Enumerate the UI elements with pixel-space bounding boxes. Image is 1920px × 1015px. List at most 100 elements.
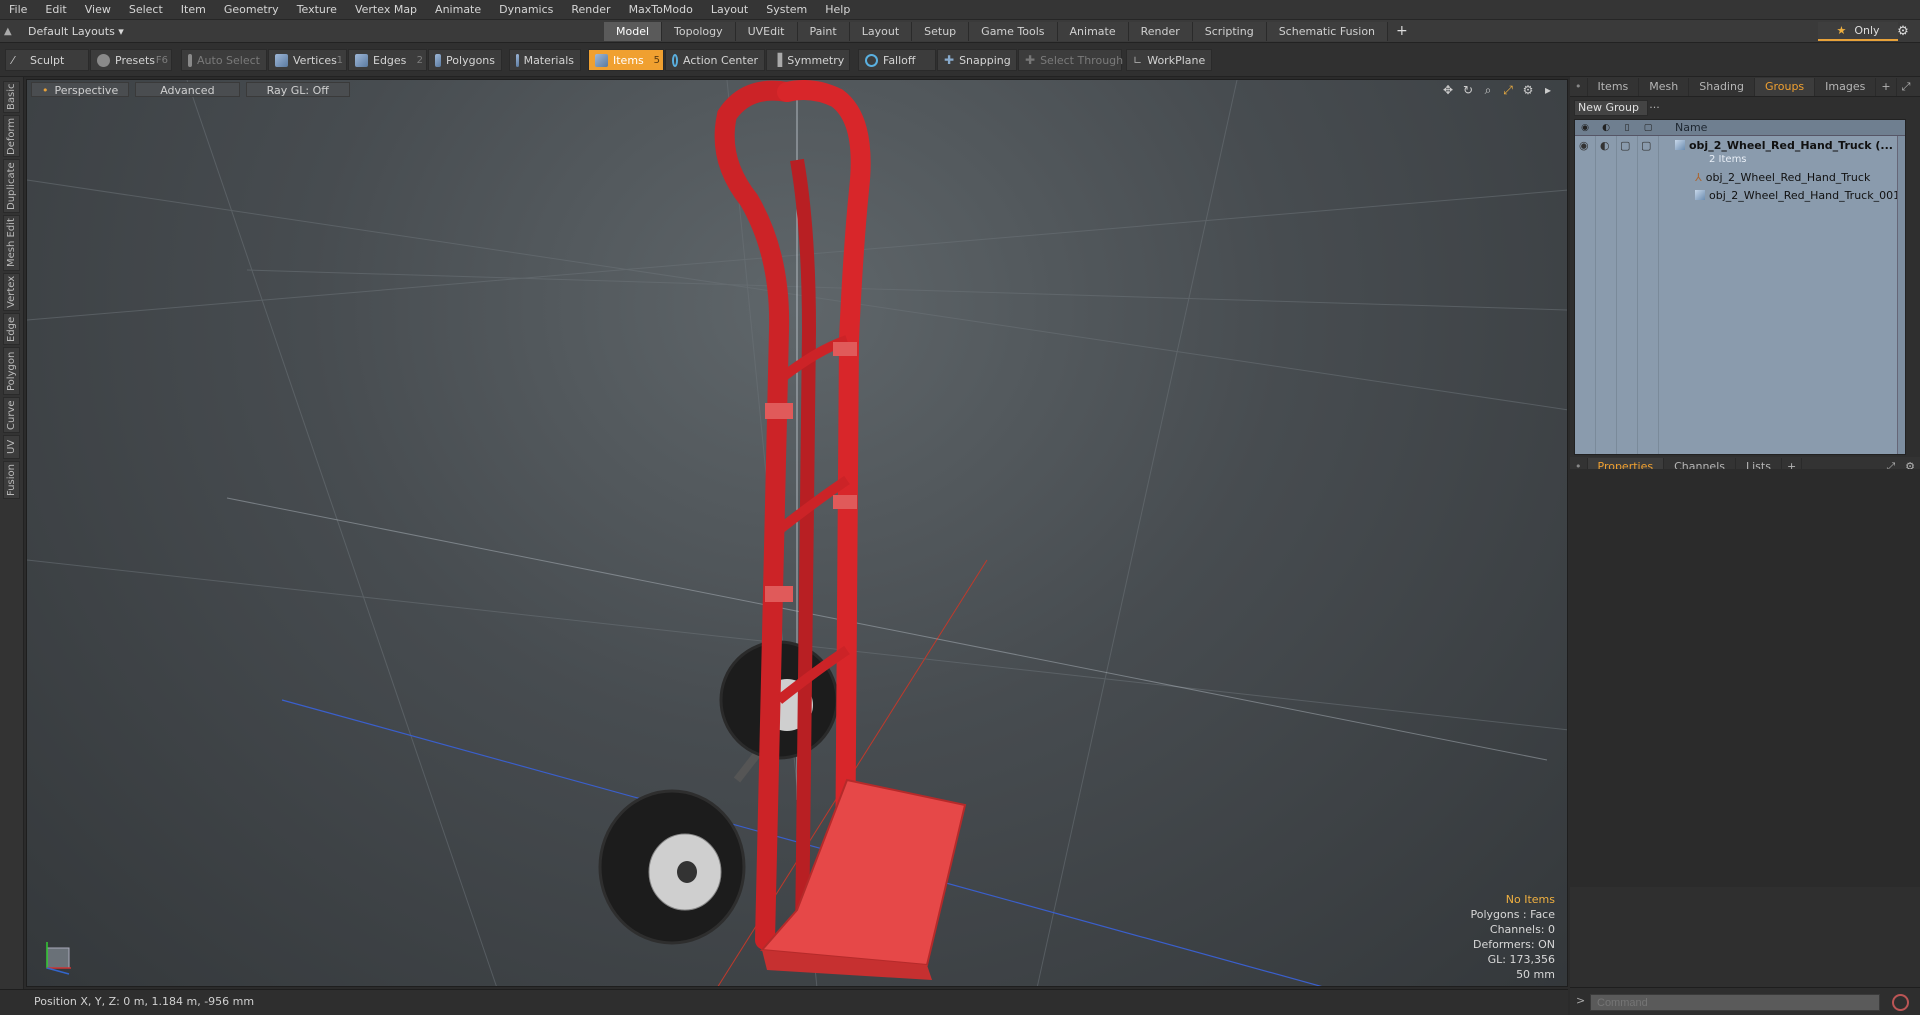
menu-animate[interactable]: Animate <box>426 0 490 20</box>
tab-animate[interactable]: Animate <box>1057 22 1129 41</box>
select-through-label: Select Through <box>1040 53 1124 67</box>
items-button[interactable]: Items 5 <box>588 49 664 71</box>
menu-file[interactable]: File <box>0 0 36 20</box>
rotate-icon[interactable]: ↻ <box>1461 83 1475 98</box>
select-through-button[interactable]: ✚ Select Through <box>1018 49 1124 71</box>
materials-button[interactable]: Materials <box>509 49 581 71</box>
menu-item[interactable]: Item <box>172 0 215 20</box>
tab-uvedit[interactable]: UVEdit <box>735 22 798 41</box>
name-column-header[interactable]: Name <box>1675 120 1707 136</box>
tab-mesh[interactable]: Mesh ... <box>1639 77 1690 111</box>
collapse-icon[interactable]: ▲ <box>4 26 18 37</box>
add-tab-button[interactable]: + <box>1388 22 1416 41</box>
vtab-fusion[interactable]: Fusion <box>3 461 20 499</box>
tab-scripting[interactable]: Scripting <box>1192 22 1267 41</box>
command-history-arrow-icon[interactable]: > <box>1576 994 1585 1007</box>
add-panel-tab-button[interactable]: + <box>1876 77 1897 96</box>
command-input[interactable] <box>1590 994 1880 1011</box>
menu-render[interactable]: Render <box>562 0 619 20</box>
vtab-curve[interactable]: Curve <box>3 397 20 433</box>
zoom-icon[interactable]: ⌕ <box>1481 83 1495 98</box>
tab-render[interactable]: Render <box>1128 22 1193 41</box>
edges-button[interactable]: Edges 2 <box>348 49 427 71</box>
record-macro-icon[interactable] <box>1892 994 1909 1011</box>
tab-groups[interactable]: Groups <box>1754 77 1816 96</box>
sculpt-label: Sculpt <box>30 53 65 67</box>
visibility-column-icon[interactable]: ◉ <box>1578 122 1592 134</box>
vtab-mesh-edit[interactable]: Mesh Edit <box>3 215 20 271</box>
list-item[interactable]: ⅄ obj_2_Wheel_Red_Hand_Truck <box>1575 170 1905 186</box>
menu-edit[interactable]: Edit <box>36 0 75 20</box>
polygons-button[interactable]: Polygons <box>428 49 502 71</box>
tab-items[interactable]: Items <box>1588 77 1640 96</box>
fit-icon[interactable]: ⤢ <box>1501 83 1515 98</box>
group-list-scrollbar[interactable] <box>1897 136 1905 454</box>
shading-mode-button[interactable]: Advanced <box>135 82 240 97</box>
render-column-icon[interactable]: ◐ <box>1599 122 1613 134</box>
vtab-polygon[interactable]: Polygon <box>3 347 20 395</box>
menu-view[interactable]: View <box>76 0 120 20</box>
falloff-button[interactable]: Falloff <box>858 49 936 71</box>
tab-schematic-fusion[interactable]: Schematic Fusion <box>1266 22 1389 41</box>
vertices-button[interactable]: Vertices 1 <box>268 49 347 71</box>
workplane-button[interactable]: ∟ WorkPlane <box>1126 49 1212 71</box>
presets-shortcut: F6 <box>155 54 168 66</box>
lock-column-icon[interactable]: ▯ <box>1620 122 1634 134</box>
symmetry-label: Symmetry <box>787 53 845 67</box>
tab-game-tools[interactable]: Game Tools <box>969 22 1058 41</box>
viewport-nav-icons: ✥ ↻ ⌕ ⤢ ⚙ ▸ <box>1441 83 1555 98</box>
menu-help[interactable]: Help <box>816 0 859 20</box>
vtab-edge[interactable]: Edge <box>3 313 20 345</box>
pan-icon[interactable]: ✥ <box>1441 83 1455 98</box>
tab-shading[interactable]: Shading <box>1689 77 1755 96</box>
list-item[interactable]: obj_2_Wheel_Red_Hand_Truck_001 <box>1575 188 1905 204</box>
presets-icon <box>97 53 110 67</box>
vtab-basic[interactable]: Basic <box>3 81 20 113</box>
vertices-label: Vertices <box>293 53 337 67</box>
vtab-duplicate[interactable]: Duplicate <box>3 159 20 213</box>
center-rail-shape <box>790 158 817 941</box>
menu-layout[interactable]: Layout <box>702 0 757 20</box>
menu-dynamics[interactable]: Dynamics <box>490 0 562 20</box>
symmetry-button[interactable]: ▐ Symmetry <box>766 49 850 71</box>
auto-select-button[interactable]: Auto Select <box>181 49 267 71</box>
new-group-button[interactable]: New Group <box>1574 100 1648 116</box>
3d-viewport[interactable]: Perspective Advanced Ray GL: Off ✥ ↻ ⌕ ⤢… <box>26 79 1568 987</box>
falloff-label: Falloff <box>883 53 916 67</box>
items-shortcut: 5 <box>653 54 660 66</box>
snapping-button[interactable]: ✚ Snapping <box>937 49 1017 71</box>
viewport-info-overlay: No Items Polygons : Face Channels: 0 Def… <box>1470 892 1555 982</box>
tab-topology[interactable]: Topology <box>662 22 736 41</box>
panel-menu-dot-icon[interactable]: • <box>1570 77 1588 96</box>
viewport-menu-arrow-icon[interactable]: ▸ <box>1541 83 1555 98</box>
presets-label: Presets <box>115 53 156 67</box>
sculpt-button[interactable]: ⁄ Sculpt <box>5 49 89 71</box>
expand-icon[interactable]: ⤢ <box>1897 78 1916 96</box>
presets-button[interactable]: Presets F6 <box>90 49 172 71</box>
tab-paint[interactable]: Paint <box>797 22 850 41</box>
gear-icon[interactable]: ⚙ <box>1894 24 1912 40</box>
only-button[interactable]: ★ Only <box>1818 22 1898 41</box>
view-type-button[interactable]: Perspective <box>31 82 130 97</box>
menu-vertex-map[interactable]: Vertex Map <box>346 0 426 20</box>
panel-gear-icon[interactable]: ⚙ <box>1915 78 1920 96</box>
menu-geometry[interactable]: Geometry <box>215 0 288 20</box>
layout-dropdown[interactable]: ▲ Default Layouts ▾ <box>4 22 124 41</box>
action-center-label: Action Center <box>683 53 758 67</box>
tab-setup[interactable]: Setup <box>912 22 970 41</box>
menu-maxtomodo[interactable]: MaxToModo <box>620 0 702 20</box>
vtab-deform[interactable]: Deform <box>3 115 20 157</box>
menu-texture[interactable]: Texture <box>288 0 346 20</box>
vtab-uv[interactable]: UV <box>3 435 20 459</box>
items-icon <box>595 53 608 67</box>
tab-layout[interactable]: Layout <box>849 22 913 41</box>
tab-model[interactable]: Model <box>604 22 663 41</box>
viewport-gear-icon[interactable]: ⚙ <box>1521 83 1535 98</box>
action-center-button[interactable]: Action Center <box>665 49 765 71</box>
raygl-button[interactable]: Ray GL: Off <box>245 82 350 97</box>
select-column-icon[interactable]: ▢ <box>1641 122 1655 134</box>
menu-system[interactable]: System <box>757 0 816 20</box>
tab-images[interactable]: Images <box>1815 77 1877 96</box>
vtab-vertex[interactable]: Vertex <box>3 273 20 311</box>
menu-select[interactable]: Select <box>120 0 172 20</box>
